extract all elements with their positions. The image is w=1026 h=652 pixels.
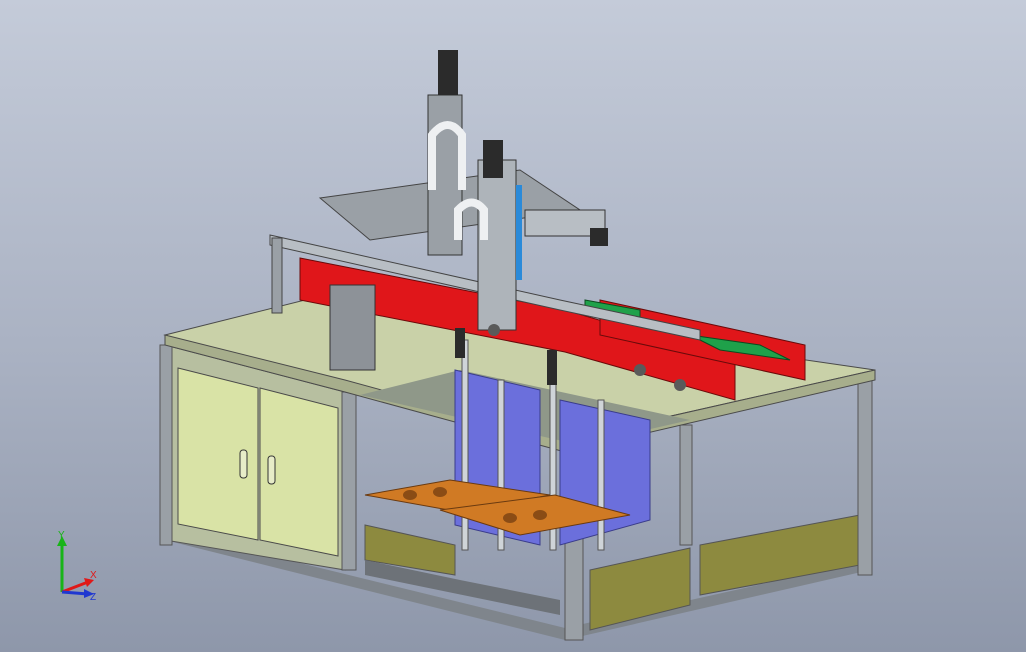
y-axis-label: Y bbox=[58, 530, 65, 541]
tray-hole-1 bbox=[403, 490, 417, 500]
door-handle-left[interactable] bbox=[239, 449, 248, 479]
beam-roller-3 bbox=[674, 379, 686, 391]
frame-post-inner bbox=[679, 424, 693, 546]
machine-assembly-model[interactable] bbox=[0, 0, 1026, 652]
sensor-post-1 bbox=[455, 328, 465, 358]
beam-roller-2 bbox=[634, 364, 646, 376]
tray-hole-3 bbox=[503, 513, 517, 523]
z-axis-motor-front bbox=[483, 140, 503, 178]
blue-rail-strip bbox=[516, 185, 522, 280]
door-handle-right[interactable] bbox=[267, 455, 276, 485]
guide-rod-4 bbox=[597, 399, 605, 551]
z-axis-motor-back bbox=[438, 50, 458, 95]
lower-panel-right-1 bbox=[589, 547, 691, 631]
x-axis-label: X bbox=[90, 570, 97, 581]
z-axis-column-front bbox=[477, 159, 517, 331]
gantry-support-mid bbox=[329, 284, 376, 371]
frame-post-mid bbox=[341, 391, 357, 571]
z-axis-label: Z bbox=[90, 592, 96, 602]
frame-post-right bbox=[857, 374, 873, 576]
tray-hole-4 bbox=[533, 510, 547, 520]
frame-post-left bbox=[159, 344, 173, 546]
tray-hole-2 bbox=[433, 487, 447, 497]
sensor-post-2 bbox=[547, 350, 557, 385]
gripper-motor bbox=[590, 228, 608, 246]
beam-roller-1 bbox=[488, 324, 500, 336]
gantry-support-left bbox=[271, 237, 283, 314]
coordinate-triad: Y X Z bbox=[50, 530, 110, 603]
cad-viewport[interactable]: Y X Z bbox=[0, 0, 1026, 652]
